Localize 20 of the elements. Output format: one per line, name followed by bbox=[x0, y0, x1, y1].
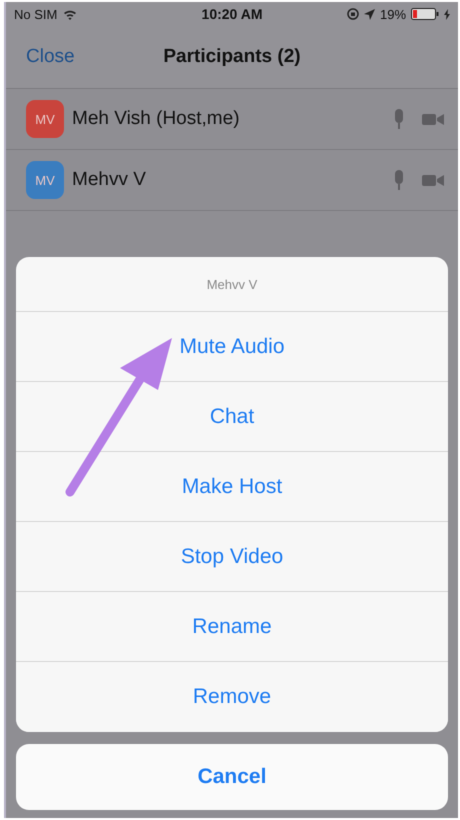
battery-percent: 19% bbox=[380, 6, 406, 22]
location-icon bbox=[364, 8, 375, 20]
microphone-icon[interactable] bbox=[394, 109, 404, 129]
screen-title: Participants (2) bbox=[163, 46, 301, 67]
avatar: MV bbox=[26, 100, 64, 138]
microphone-icon[interactable] bbox=[394, 170, 404, 190]
video-camera-icon[interactable] bbox=[422, 112, 444, 126]
cancel-button[interactable]: Cancel bbox=[16, 744, 448, 810]
participant-name: Meh Vish (Host,me) bbox=[72, 108, 241, 130]
video-camera-icon[interactable] bbox=[422, 174, 444, 186]
wifi-icon bbox=[63, 8, 78, 20]
rotation-lock-icon bbox=[346, 8, 359, 20]
avatar: MV bbox=[26, 161, 64, 199]
status-time: 10:20 AM bbox=[202, 6, 262, 22]
charging-icon bbox=[444, 8, 450, 20]
carrier-label: No SIM bbox=[14, 6, 58, 22]
close-button[interactable]: Close bbox=[6, 46, 91, 68]
participant-name: Mehvv V bbox=[72, 169, 147, 191]
sheet-title: Mehvv V bbox=[206, 276, 258, 292]
battery-icon bbox=[411, 8, 440, 20]
